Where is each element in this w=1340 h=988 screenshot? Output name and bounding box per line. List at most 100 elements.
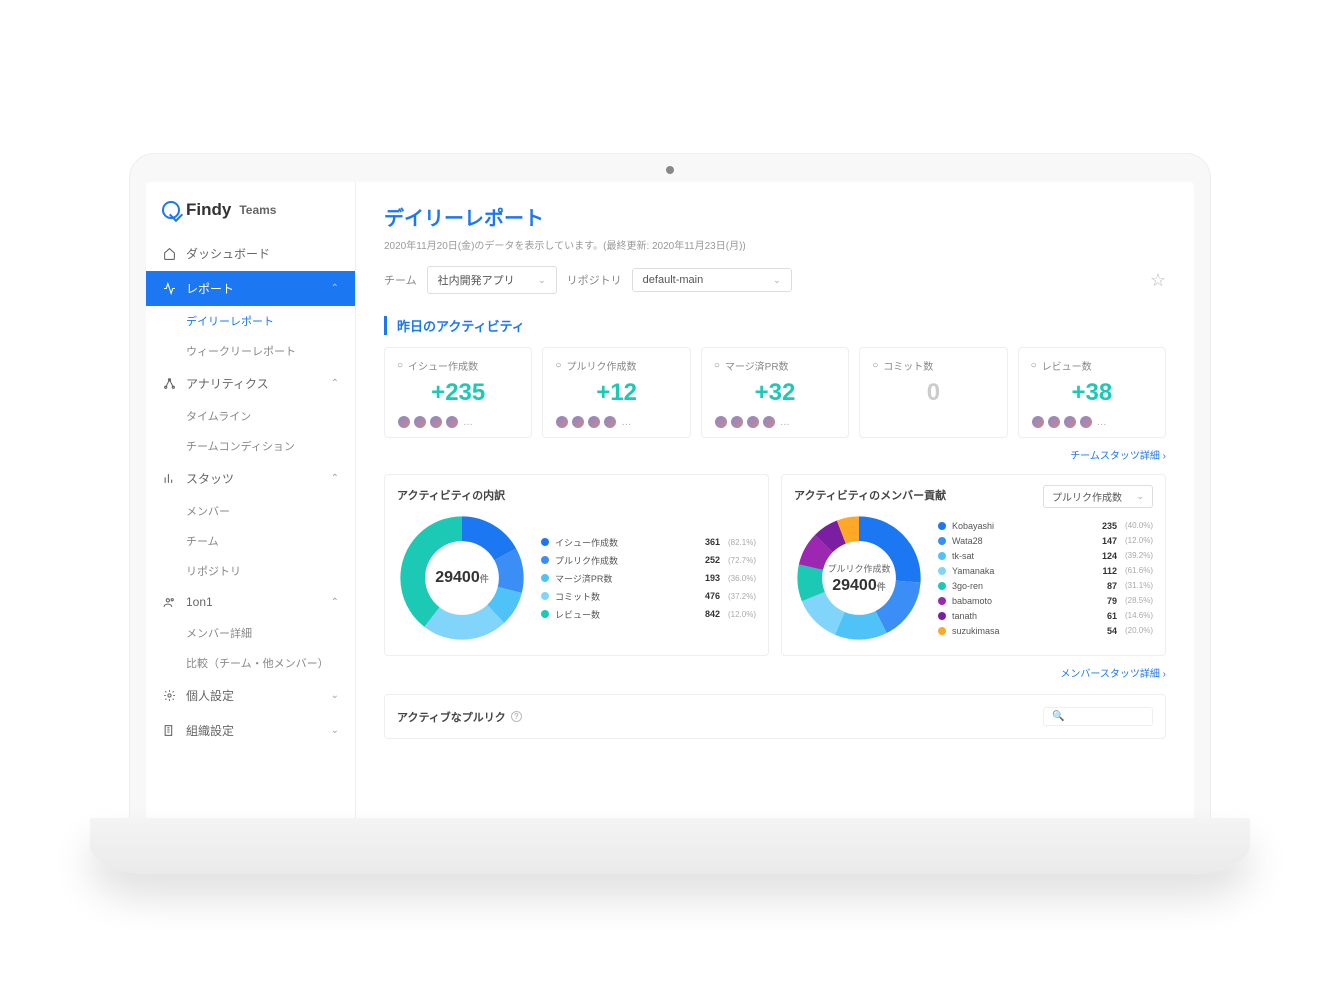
nav-analytics[interactable]: アナリティクス ⌃	[146, 366, 355, 401]
stat-icon: ○	[555, 360, 561, 371]
brand-sub: Teams	[239, 203, 276, 217]
nav-report-weekly[interactable]: ウィークリーレポート	[146, 336, 355, 366]
nav-label: ダッシュボード	[186, 245, 270, 262]
active-pr-search[interactable]: 🔍	[1043, 707, 1153, 726]
nav-stats[interactable]: スタッツ ⌃	[146, 461, 355, 496]
team-select[interactable]: 社内開発アプリ ⌄	[427, 266, 557, 294]
contribution-metric-select[interactable]: プルリク作成数 ⌄	[1043, 485, 1153, 508]
legend-row: レビュー数 842(12.0%)	[541, 608, 756, 621]
gear-icon	[162, 689, 176, 703]
stat-icon: ○	[397, 360, 403, 371]
page-title: デイリーレポート	[384, 202, 1166, 231]
legend-value: 61	[1107, 611, 1117, 621]
chevron-down-icon: ⌄	[331, 725, 339, 736]
nav-personal-settings[interactable]: 個人設定 ⌄	[146, 678, 355, 713]
info-icon[interactable]: ?	[511, 711, 522, 722]
brand-mark-icon	[162, 201, 180, 219]
activity-section-title: 昨日のアクティビティ	[384, 316, 1166, 335]
nav-org-settings[interactable]: 組織設定 ⌄	[146, 713, 355, 748]
legend-value: 147	[1102, 536, 1117, 546]
legend-pct: (20.0%)	[1125, 626, 1153, 635]
legend-pct: (40.0%)	[1125, 521, 1153, 530]
legend-pct: (12.0%)	[1125, 536, 1153, 545]
legend-name: Yamanaka	[952, 566, 1096, 576]
legend-value: 87	[1107, 581, 1117, 591]
bar-chart-icon	[162, 472, 176, 486]
nav-1on1-compare[interactable]: 比較（チーム・他メンバー）	[146, 648, 355, 678]
stat-value: 0	[872, 379, 994, 407]
nav-1on1[interactable]: 1on1 ⌃	[146, 586, 355, 618]
legend-row: tanath 61(14.6%)	[938, 611, 1153, 621]
nav-label: 組織設定	[186, 722, 234, 739]
favorite-star-icon[interactable]: ☆	[1150, 270, 1166, 291]
nav-stats-member[interactable]: メンバー	[146, 496, 355, 526]
contribution-unit: 件	[877, 582, 886, 592]
stat-card: ○プルリク作成数 +12 …	[542, 347, 690, 438]
legend-value: 235	[1102, 521, 1117, 531]
stat-card: ○レビュー数 +38 …	[1018, 347, 1166, 438]
legend-value: 476	[705, 591, 720, 601]
legend-value: 124	[1102, 551, 1117, 561]
legend-color-icon	[541, 592, 549, 600]
repo-select[interactable]: default-main ⌄	[632, 268, 792, 292]
legend-pct: (37.2%)	[728, 592, 756, 601]
legend-color-icon	[938, 567, 946, 575]
nav-label: 個人設定	[186, 687, 234, 704]
legend-pct: (61.6%)	[1125, 566, 1153, 575]
contribution-donut-chart: プルリク作成数 29400件	[794, 513, 924, 643]
legend-name: Wata28	[952, 536, 1096, 546]
team-stats-link[interactable]: チームスタッツ詳細 ›	[1070, 451, 1166, 462]
nav-stats-team[interactable]: チーム	[146, 526, 355, 556]
laptop-base	[90, 818, 1250, 874]
sidebar: Findy Teams ダッシュボード レポート ⌃ デイリーレポート ウィーク…	[146, 182, 356, 834]
nav-stats-repo[interactable]: リポジトリ	[146, 556, 355, 586]
legend-pct: (28.5%)	[1125, 596, 1153, 605]
contribution-total: 29400	[832, 577, 877, 594]
legend-color-icon	[938, 522, 946, 530]
legend-name: プルリク作成数	[555, 554, 699, 567]
legend-value: 79	[1107, 596, 1117, 606]
legend-row: Yamanaka 112(61.6%)	[938, 566, 1153, 576]
nav-analytics-condition[interactable]: チームコンディション	[146, 431, 355, 461]
contribution-card: アクティビティのメンバー貢献 プルリク作成数 ⌄ プルリク作成数 29400件	[781, 474, 1166, 656]
stat-icon: ○	[872, 360, 878, 371]
legend-pct: (72.7%)	[728, 556, 756, 565]
stat-card: ○コミット数 0	[859, 347, 1007, 438]
legend-color-icon	[541, 574, 549, 582]
legend-row: Kobayashi 235(40.0%)	[938, 521, 1153, 531]
contribution-select-value: プルリク作成数	[1052, 489, 1122, 504]
stat-label: プルリク作成数	[566, 358, 636, 373]
chevron-down-icon: ⌄	[538, 275, 546, 286]
legend-color-icon	[938, 627, 946, 635]
stat-value: +235	[397, 379, 519, 407]
team-filter-label: チーム	[384, 272, 417, 288]
legend-color-icon	[541, 538, 549, 546]
nav-1on1-member[interactable]: メンバー詳細	[146, 618, 355, 648]
legend-name: コミット数	[555, 590, 699, 603]
page-subtitle: 2020年11月20日(金)のデータを表示しています。(最終更新: 2020年1…	[384, 237, 1166, 252]
stat-label: レビュー数	[1042, 358, 1092, 373]
breakdown-unit: 件	[480, 574, 489, 584]
nav-analytics-timeline[interactable]: タイムライン	[146, 401, 355, 431]
nav-report[interactable]: レポート ⌃	[146, 271, 355, 306]
legend-pct: (31.1%)	[1125, 581, 1153, 590]
stat-avatars: …	[555, 415, 677, 429]
legend-color-icon	[541, 610, 549, 618]
chevron-down-icon: ⌄	[1136, 491, 1144, 502]
nav-report-daily[interactable]: デイリーレポート	[146, 306, 355, 336]
member-stats-link[interactable]: メンバースタッツ詳細 ›	[1060, 669, 1166, 680]
nav-label: スタッツ	[186, 470, 234, 487]
chevron-down-icon: ⌄	[773, 275, 781, 286]
stat-avatars: …	[397, 415, 519, 429]
nav-dashboard[interactable]: ダッシュボード	[146, 236, 355, 271]
legend-value: 361	[705, 537, 720, 547]
stat-card: ○マージ済PR数 +32 …	[701, 347, 849, 438]
legend-name: tk-sat	[952, 551, 1096, 561]
filter-row: チーム 社内開発アプリ ⌄ リポジトリ default-main ⌄ ☆	[384, 266, 1166, 294]
home-icon	[162, 247, 176, 261]
chevron-up-icon: ⌃	[331, 597, 339, 608]
legend-color-icon	[938, 582, 946, 590]
legend-name: マージ済PR数	[555, 572, 699, 585]
building-icon	[162, 724, 176, 738]
team-select-value: 社内開発アプリ	[438, 272, 515, 288]
